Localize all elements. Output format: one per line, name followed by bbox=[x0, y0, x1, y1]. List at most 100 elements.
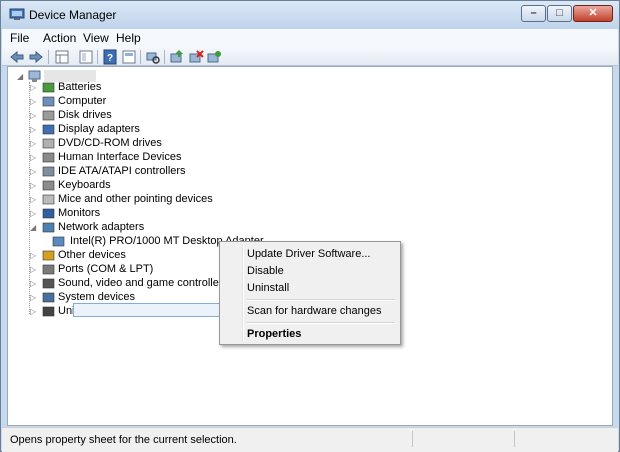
collapse-icon: ◢ bbox=[17, 72, 24, 81]
title-bar[interactable]: Device Manager – □ ✕ bbox=[1, 1, 619, 29]
mouse-icon bbox=[42, 194, 55, 205]
expand-icon[interactable]: ▷ bbox=[30, 266, 36, 274]
computer-icon bbox=[42, 96, 55, 107]
sound-icon bbox=[42, 278, 55, 289]
menu-properties[interactable]: Properties bbox=[247, 328, 301, 340]
tree-item-label: IDE ATA/ATAPI controllers bbox=[58, 165, 186, 177]
display-adapter-icon bbox=[42, 124, 55, 135]
menu-uninstall[interactable]: Uninstall bbox=[247, 282, 289, 294]
tree-item-label: Batteries bbox=[58, 81, 102, 93]
tree-item[interactable]: ▷ DVD/CD-ROM drives bbox=[30, 137, 230, 151]
tree-item-label: Disk drives bbox=[58, 109, 112, 121]
tree-item-label: Sound, video and game controllers bbox=[58, 277, 228, 289]
ide-controller-icon bbox=[42, 166, 55, 177]
battery-icon bbox=[42, 82, 55, 93]
expand-icon[interactable]: ▷ bbox=[30, 308, 36, 316]
context-menu: Update Driver Software... Disable Uninst… bbox=[219, 241, 401, 345]
selected-row-highlight bbox=[73, 303, 240, 317]
svg-text:?: ? bbox=[107, 53, 113, 64]
forward-icon[interactable] bbox=[28, 49, 44, 65]
expand-icon[interactable]: ▷ bbox=[30, 112, 36, 120]
device-manager-icon bbox=[9, 8, 25, 20]
tree-item[interactable]: ▷ Display adapters bbox=[30, 123, 230, 137]
expand-icon[interactable]: ▷ bbox=[30, 154, 36, 162]
tree-item[interactable]: ▷ Disk drives bbox=[30, 109, 230, 123]
monitor-icon bbox=[42, 208, 55, 219]
tree-item[interactable]: ▷ Ports (COM & LPT) bbox=[30, 263, 230, 277]
menu-update-driver[interactable]: Update Driver Software... bbox=[247, 248, 371, 260]
show-hide-tree-icon[interactable] bbox=[78, 49, 94, 65]
device-manager-window: Device Manager – □ ✕ File Action View He… bbox=[0, 0, 620, 452]
tree-item[interactable]: ▷ Other devices bbox=[30, 249, 230, 263]
collapse-icon[interactable]: ◢ bbox=[30, 224, 36, 232]
system-devices-icon bbox=[42, 292, 55, 303]
network-adapter-icon bbox=[42, 222, 55, 233]
maximize-icon: □ bbox=[556, 7, 563, 19]
tree-item-label: System devices bbox=[58, 291, 136, 303]
tree-item-label: Mice and other pointing devices bbox=[58, 193, 213, 205]
tree-item[interactable]: ▷ Batteries bbox=[30, 81, 230, 95]
scan-hardware-icon[interactable] bbox=[145, 49, 161, 65]
close-button[interactable]: ✕ bbox=[573, 5, 613, 22]
status-text: Opens property sheet for the current sel… bbox=[10, 434, 237, 446]
close-icon: ✕ bbox=[588, 7, 598, 19]
tree-item[interactable]: ◢ Network adapters bbox=[30, 221, 230, 235]
tree-item[interactable]: ▷ Sound, video and game controllers bbox=[30, 277, 230, 291]
tree-item[interactable]: ▷ Monitors bbox=[30, 207, 230, 221]
update-driver-icon[interactable] bbox=[169, 49, 185, 65]
usb-icon bbox=[42, 306, 55, 317]
tree-item-label: Keyboards bbox=[58, 179, 111, 191]
menu-gutter bbox=[242, 244, 244, 342]
uninstall-icon[interactable] bbox=[188, 49, 204, 65]
dvd-drive-icon bbox=[42, 138, 55, 149]
menu-file[interactable]: File bbox=[10, 31, 29, 45]
back-icon[interactable] bbox=[9, 49, 25, 65]
expand-icon[interactable]: ▷ bbox=[30, 196, 36, 204]
expand-icon[interactable]: ▷ bbox=[30, 252, 36, 260]
tree-item[interactable]: ▷ Computer bbox=[30, 95, 230, 109]
tree-item-label: Other devices bbox=[58, 249, 126, 261]
tree-item-label: Computer bbox=[58, 95, 107, 107]
window-title: Device Manager bbox=[29, 8, 117, 22]
tree-item-label: Ports (COM & LPT) bbox=[58, 263, 154, 275]
tree-item[interactable]: ▷ Mice and other pointing devices bbox=[30, 193, 230, 207]
minimize-icon: – bbox=[530, 7, 537, 19]
port-icon bbox=[42, 264, 55, 275]
help-icon[interactable]: ? bbox=[102, 49, 118, 65]
expand-icon[interactable]: ▷ bbox=[30, 98, 36, 106]
expand-icon[interactable]: ▷ bbox=[30, 126, 36, 134]
menu-help[interactable]: Help bbox=[116, 31, 141, 45]
disk-drive-icon bbox=[42, 110, 55, 121]
expand-icon[interactable]: ▷ bbox=[30, 294, 36, 302]
expand-icon[interactable]: ▷ bbox=[30, 210, 36, 218]
menu-scan-hardware[interactable]: Scan for hardware changes bbox=[247, 305, 382, 317]
tree-item[interactable]: ▷ IDE ATA/ATAPI controllers bbox=[30, 165, 230, 179]
tree-item-label: Network adapters bbox=[58, 221, 145, 233]
expand-icon[interactable]: ▷ bbox=[30, 84, 36, 92]
menu-separator bbox=[247, 299, 395, 301]
expand-icon[interactable]: ▷ bbox=[30, 280, 36, 288]
enable-device-icon[interactable] bbox=[206, 49, 222, 65]
tree-item-label: Monitors bbox=[58, 207, 101, 219]
network-card-icon bbox=[52, 236, 65, 247]
expand-icon[interactable]: ▷ bbox=[30, 168, 36, 176]
menu-separator bbox=[247, 322, 395, 324]
maximize-button[interactable]: □ bbox=[547, 5, 572, 22]
tree-item-label: Human Interface Devices bbox=[58, 151, 182, 163]
expand-icon[interactable]: ▷ bbox=[30, 182, 36, 190]
toolbar: ? bbox=[2, 48, 618, 66]
other-devices-icon bbox=[42, 250, 55, 261]
tree-item[interactable]: ▷ Keyboards bbox=[30, 179, 230, 193]
minimize-button[interactable]: – bbox=[521, 5, 546, 22]
tree-item-label: Display adapters bbox=[58, 123, 140, 135]
menu-bar: File Action View Help bbox=[2, 29, 618, 49]
menu-action[interactable]: Action bbox=[43, 31, 76, 45]
hid-icon bbox=[42, 152, 55, 163]
properties-grid-icon[interactable] bbox=[54, 49, 70, 65]
tree-item[interactable]: ▷ Human Interface Devices bbox=[30, 151, 230, 165]
menu-disable[interactable]: Disable bbox=[247, 265, 284, 277]
expand-icon[interactable]: ▷ bbox=[30, 140, 36, 148]
menu-view[interactable]: View bbox=[83, 31, 109, 45]
view-icon[interactable] bbox=[121, 49, 137, 65]
status-bar: Opens property sheet for the current sel… bbox=[2, 427, 618, 452]
